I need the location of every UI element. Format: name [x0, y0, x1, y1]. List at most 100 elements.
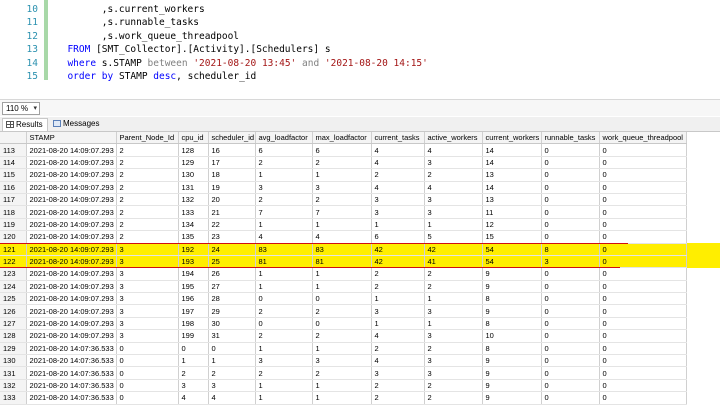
table-cell[interactable]: 129	[178, 156, 209, 170]
row-number[interactable]: 129	[0, 342, 27, 356]
table-cell[interactable]: 24	[208, 243, 256, 256]
table-cell[interactable]: 2	[255, 193, 313, 207]
table-cell[interactable]: 1	[424, 292, 483, 306]
table-cell[interactable]: 130	[178, 168, 209, 182]
table-cell[interactable]: 4	[424, 181, 483, 194]
table-cell[interactable]: 4	[371, 143, 425, 157]
table-cell[interactable]: 0	[599, 292, 687, 306]
table-cell[interactable]: 17	[208, 156, 256, 170]
table-cell[interactable]: 3	[116, 292, 179, 306]
table-cell[interactable]: 42	[424, 243, 483, 256]
table-cell[interactable]: 3	[116, 280, 179, 294]
table-cell[interactable]: 0	[541, 193, 600, 207]
row-number[interactable]: 132	[0, 379, 27, 393]
table-cell[interactable]: 2	[424, 267, 483, 281]
zoom-select[interactable]: 110 % ▾	[2, 102, 40, 115]
table-cell[interactable]: 3	[424, 156, 483, 170]
table-cell[interactable]: 2	[424, 379, 483, 393]
table-cell[interactable]: 0	[541, 280, 600, 294]
table-cell[interactable]: 18	[208, 168, 256, 182]
table-cell[interactable]: 0	[255, 292, 313, 306]
table-cell[interactable]: 2	[312, 329, 372, 343]
code-line[interactable]: 15 order by STAMP desc, scheduler_id	[0, 70, 720, 83]
table-cell[interactable]: 3	[116, 304, 179, 318]
table-cell[interactable]: 2	[255, 156, 313, 170]
table-cell[interactable]: 2021-08-20 14:09:07.293	[26, 193, 117, 207]
table-cell[interactable]: 3	[178, 379, 209, 393]
table-row[interactable]: 133 2021-08-20 14:07:36.533 0 4 4 1 1 2 2 9 0 0	[0, 391, 687, 405]
table-row[interactable]: 125 2021-08-20 14:09:07.293 3 196 28 0 0 1 1 8 0 0	[0, 292, 687, 306]
table-cell[interactable]: 3	[424, 205, 483, 219]
table-row[interactable]: 116 2021-08-20 14:09:07.293 2 131 19 3 3 4 4 14 0 0	[0, 181, 687, 194]
table-cell[interactable]: 0	[541, 168, 600, 182]
table-cell[interactable]: 1	[312, 168, 372, 182]
table-cell[interactable]: 2	[255, 366, 313, 380]
column-header[interactable]: work_queue_threadpool	[599, 132, 687, 145]
table-cell[interactable]: 4	[208, 391, 256, 405]
row-number[interactable]: 119	[0, 218, 27, 232]
table-cell[interactable]: 13	[482, 193, 542, 207]
table-cell[interactable]: 0	[599, 342, 687, 356]
code-line[interactable]: 12 ,s.work_queue_threadpool	[0, 30, 720, 43]
table-cell[interactable]: 3	[424, 193, 483, 207]
column-header[interactable]: scheduler_id	[208, 132, 256, 145]
table-cell[interactable]: 3	[116, 243, 179, 256]
table-cell[interactable]: 2	[371, 267, 425, 281]
table-cell[interactable]: 3	[312, 181, 372, 194]
column-header[interactable]: cpu_id	[178, 132, 209, 145]
table-cell[interactable]: 2021-08-20 14:09:07.293	[26, 243, 117, 256]
table-cell[interactable]: 0	[599, 379, 687, 393]
table-row[interactable]: 128 2021-08-20 14:09:07.293 3 199 31 2 2 4 3 10 0 0	[0, 329, 687, 343]
table-cell[interactable]: 0	[541, 304, 600, 318]
tab-results[interactable]: Results	[2, 118, 48, 131]
code-line[interactable]: 13 FROM [SMT_Collector].[Activity].[Sche…	[0, 43, 720, 56]
table-cell[interactable]: 1	[255, 379, 313, 393]
table-cell[interactable]: 0	[116, 354, 179, 368]
table-cell[interactable]: 4	[371, 354, 425, 368]
table-cell[interactable]: 1	[371, 292, 425, 306]
table-cell[interactable]: 0	[178, 342, 209, 356]
table-cell[interactable]: 6	[255, 143, 313, 157]
table-cell[interactable]: 2	[255, 304, 313, 318]
table-cell[interactable]: 8	[482, 292, 542, 306]
table-cell[interactable]: 9	[482, 391, 542, 405]
table-row[interactable]: 120 2021-08-20 14:09:07.293 2 135 23 4 4 6 5 15 0 0	[0, 230, 687, 244]
table-cell[interactable]: 0	[541, 342, 600, 356]
table-cell[interactable]: 0	[541, 366, 600, 380]
table-cell[interactable]: 0	[541, 181, 600, 194]
table-cell[interactable]: 23	[208, 230, 256, 244]
table-cell[interactable]: 3	[424, 366, 483, 380]
table-cell[interactable]: 2	[424, 342, 483, 356]
table-cell[interactable]: 0	[599, 193, 687, 207]
table-cell[interactable]: 54	[482, 243, 542, 256]
table-cell[interactable]: 2	[116, 156, 179, 170]
table-cell[interactable]: 2	[116, 181, 179, 194]
table-cell[interactable]: 3	[116, 267, 179, 281]
table-cell[interactable]: 1	[255, 168, 313, 182]
table-cell[interactable]: 8	[482, 317, 542, 331]
table-cell[interactable]: 2	[116, 193, 179, 207]
column-header[interactable]: STAMP	[26, 132, 117, 145]
table-cell[interactable]: 29	[208, 304, 256, 318]
table-cell[interactable]: 2	[312, 193, 372, 207]
table-cell[interactable]: 2	[116, 168, 179, 182]
table-cell[interactable]: 0	[312, 292, 372, 306]
table-row[interactable]: 131 2021-08-20 14:07:36.533 0 2 2 2 2 3 3 9 0 0	[0, 366, 687, 380]
table-cell[interactable]: 9	[482, 379, 542, 393]
table-cell[interactable]: 1	[208, 354, 256, 368]
table-cell[interactable]: 2021-08-20 14:09:07.293	[26, 329, 117, 343]
table-cell[interactable]: 134	[178, 218, 209, 232]
table-cell[interactable]: 2021-08-20 14:09:07.293	[26, 317, 117, 331]
table-cell[interactable]: 0	[599, 218, 687, 232]
table-row[interactable]: 118 2021-08-20 14:09:07.293 2 133 21 7 7 3 3 11 0 0	[0, 205, 687, 219]
table-cell[interactable]: 1	[371, 218, 425, 232]
table-cell[interactable]: 2	[255, 329, 313, 343]
table-cell[interactable]: 6	[312, 143, 372, 157]
row-number[interactable]: 125	[0, 292, 27, 306]
table-cell[interactable]: 2	[312, 366, 372, 380]
chevron-down-icon[interactable]: ▾	[33, 103, 37, 114]
table-cell[interactable]: 3	[424, 304, 483, 318]
table-cell[interactable]: 2	[312, 304, 372, 318]
table-row[interactable]: 124 2021-08-20 14:09:07.293 3 195 27 1 1 2 2 9 0 0	[0, 280, 687, 294]
table-cell[interactable]: 2	[371, 280, 425, 294]
